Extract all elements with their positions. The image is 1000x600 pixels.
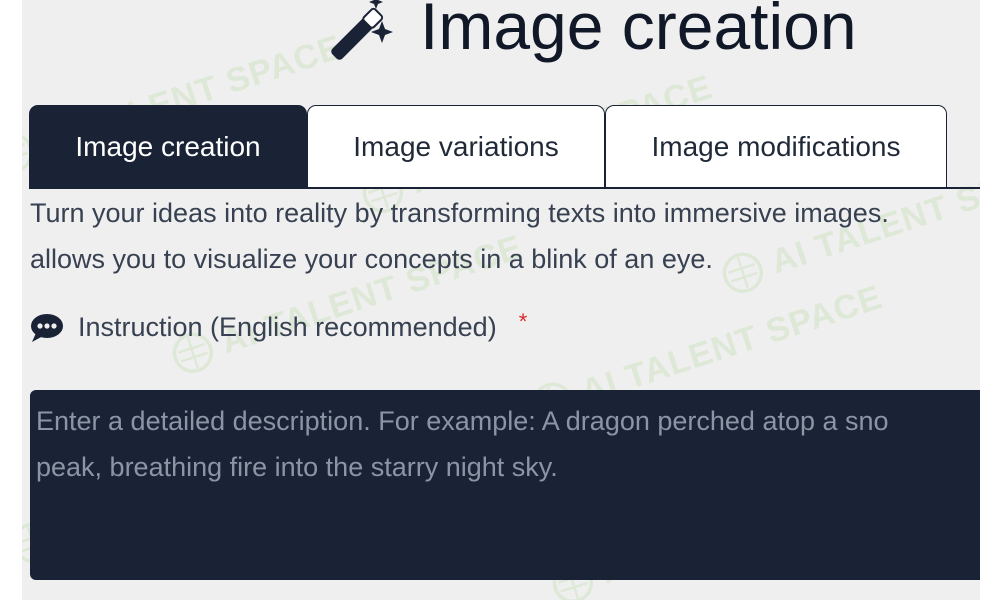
page-title: Image creation xyxy=(420,0,857,63)
description-line: Turn your ideas into reality by transfor… xyxy=(30,198,889,228)
instruction-textarea[interactable]: Enter a detailed description. For exampl… xyxy=(30,390,980,580)
instruction-label: Instruction (English recommended) * xyxy=(30,308,528,343)
textarea-placeholder: Enter a detailed description. For exampl… xyxy=(36,406,889,436)
chat-bubble-icon xyxy=(30,313,64,343)
tab-bar: Image creation Image variations Image mo… xyxy=(29,105,980,189)
page-header: Image creation xyxy=(320,0,857,66)
description-line: allows you to visualize your concepts in… xyxy=(30,244,713,274)
tab-image-modifications[interactable]: Image modifications xyxy=(605,105,947,187)
magic-wand-icon xyxy=(320,0,400,61)
instruction-label-text: Instruction (English recommended) xyxy=(78,312,497,342)
textarea-placeholder: peak, breathing fire into the starry nig… xyxy=(36,452,558,482)
tab-image-creation[interactable]: Image creation xyxy=(29,105,307,187)
main-panel: AI TALENT SPACE AI TALENT SPACE AI TALEN… xyxy=(22,0,980,600)
tab-image-variations[interactable]: Image variations xyxy=(307,105,605,187)
page-description: Turn your ideas into reality by transfor… xyxy=(30,190,980,282)
required-marker: * xyxy=(518,308,528,334)
